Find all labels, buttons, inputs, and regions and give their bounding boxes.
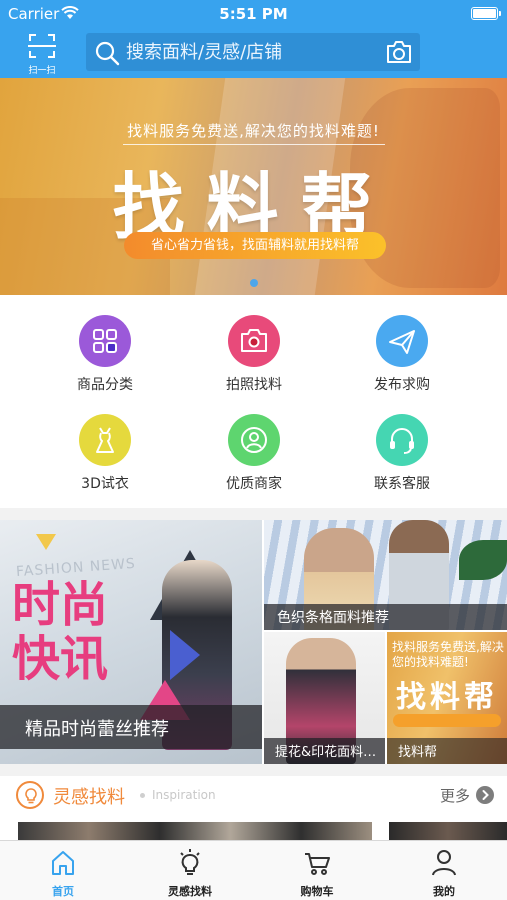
section-subtitle: Inspiration [152,788,216,802]
status-bar: Carrier 5:51 PM [0,0,507,28]
grid-icon [79,315,131,367]
menu-item-customer-service[interactable]: 联系客服 [342,414,462,504]
menu-item-label: 优质商家 [226,476,282,492]
menu-item-category[interactable]: 商品分类 [45,315,165,405]
feature-card-title: 色织条格面料推荐 [277,610,389,626]
scan-icon [28,34,56,58]
app-screen: Carrier 5:51 PM 扫一扫 搜索面料/灵感/店铺 找料服务免费送,解… [0,0,507,900]
scan-label: 扫一扫 [28,66,56,76]
chevron-right-icon[interactable] [476,786,494,804]
search-bar[interactable] [86,33,420,71]
search-icon [95,41,120,66]
inspiration-section-header: 灵感找料 Inspiration 更多 [0,776,507,816]
dress-icon [79,414,131,466]
tab-label: 灵感找料 [168,885,212,898]
feature-card-title: 精品时尚蕾丝推荐 [25,719,169,740]
bottom-tab-bar: 首页 灵感找料 购物车 我的 [0,840,507,900]
camera-search-icon[interactable] [385,39,413,65]
tab-home[interactable]: 首页 [0,841,126,900]
feature-card-zhaoliaobang[interactable]: 找料服务免费送,解决您的找料难题! 找料帮 找料帮 [387,632,507,764]
feature-card-lace[interactable]: FASHION NEWS 时尚 快讯 精品时尚蕾丝推荐 [0,520,262,764]
feature-image-tagline: 找料服务免费送,解决您的找料难题! [392,640,504,669]
menu-item-label: 联系客服 [374,476,430,492]
menu-item-3d-fitting[interactable]: 3D试衣 [45,414,165,504]
banner-tagline: 找料服务免费送,解决您的找料难题! [127,122,380,140]
scan-button[interactable]: 扫一扫 [22,31,62,76]
menu-item-post-request[interactable]: 发布求购 [342,315,462,405]
tab-label: 我的 [433,885,455,898]
top-nav-bar: 扫一扫 [0,28,507,78]
section-title: 灵感找料 [53,787,125,808]
banner-slogan: 省心省力省钱，找面辅料就用找料帮 [124,232,386,259]
menu-item-label: 商品分类 [77,377,133,393]
quick-menu: 商品分类 拍照找料 发布求购 3D试衣 优质商家 联系客服 [0,295,507,508]
profile-icon [432,850,456,876]
home-icon [52,851,74,875]
tab-label: 购物车 [300,885,334,898]
cart-icon [305,853,330,875]
lightbulb-icon [16,781,44,809]
more-link[interactable]: 更多 [440,785,470,806]
feature-card-yarn-dyed[interactable]: 色织条格面料推荐 [264,520,507,630]
tab-label: 首页 [52,885,74,898]
feature-grid: FASHION NEWS 时尚 快讯 精品时尚蕾丝推荐 色织条格面料推荐 提花&… [0,520,507,764]
menu-item-label: 3D试衣 [81,476,129,492]
tab-inspiration[interactable]: 灵感找料 [127,841,253,900]
lightbulb-icon [180,849,200,875]
feature-card-jacquard[interactable]: 提花&印花面料推荐 [264,632,385,764]
feature-card-title: 找料帮 [398,745,438,760]
camera-icon [228,315,280,367]
carousel-indicator[interactable] [250,279,258,287]
tab-cart[interactable]: 购物车 [254,841,380,900]
menu-item-photo-search[interactable]: 拍照找料 [194,315,314,405]
battery-icon [471,7,501,20]
feature-image-title: 找料帮 [396,680,498,715]
headset-icon [376,414,428,466]
merchant-icon [228,414,280,466]
tab-profile[interactable]: 我的 [381,841,507,900]
feature-card-title: 提花&印花面料推荐 [275,745,379,760]
clock: 5:51 PM [219,5,288,23]
menu-item-merchants[interactable]: 优质商家 [194,414,314,504]
menu-item-label: 发布求购 [374,377,430,393]
feature-image-title: 时尚 快讯 [12,577,109,687]
search-input[interactable] [126,33,376,71]
paper-plane-icon [376,315,428,367]
promo-banner[interactable]: 找料服务免费送,解决您的找料难题! 找料帮 省心省力省钱，找面辅料就用找料帮 [0,78,507,295]
menu-item-label: 拍照找料 [226,377,282,393]
